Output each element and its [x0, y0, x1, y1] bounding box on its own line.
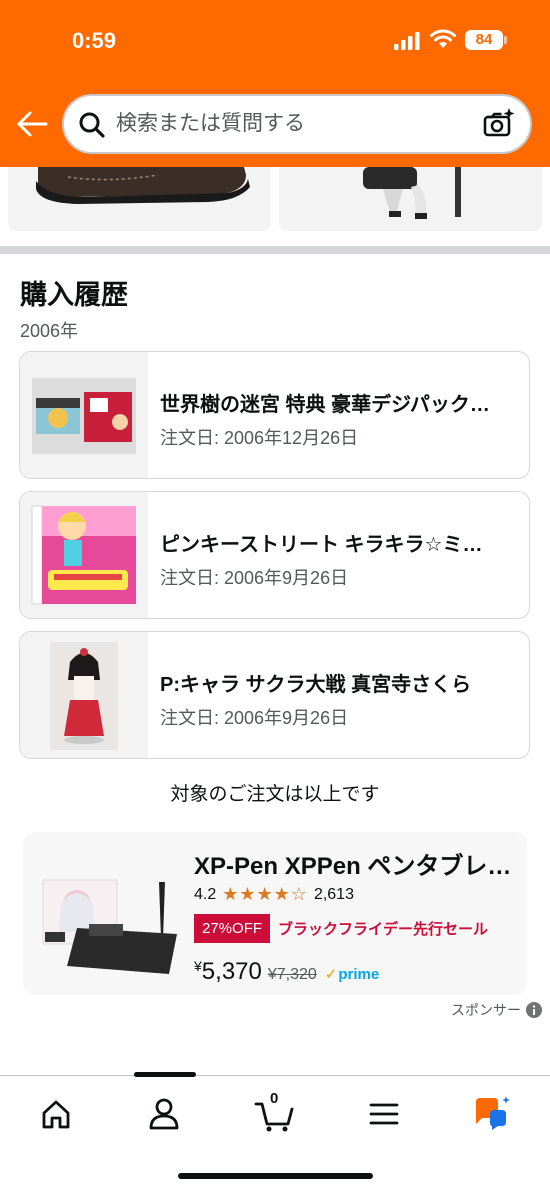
- search-icon: [79, 112, 105, 138]
- section-divider: [0, 246, 550, 254]
- order-image: [20, 352, 148, 478]
- order-image: [20, 632, 148, 758]
- menu-icon[interactable]: [364, 1094, 404, 1134]
- deal-row: 27%OFF ブラックフライデー先行セール: [194, 914, 488, 943]
- order-title: P:キャラ サクラ大戦 真宮寺さくら: [160, 674, 472, 696]
- order-card[interactable]: ピンキーストリート キラキラ☆ミ… 注文日: 2006年9月26日: [19, 491, 530, 619]
- figure-image: [50, 642, 118, 750]
- rating-value: 4.2: [194, 885, 217, 903]
- original-price: ¥7,320: [267, 966, 317, 983]
- purchase-history-title: 購入履歴: [20, 280, 128, 310]
- end-of-orders-note: 対象のご注文は以上です: [170, 784, 380, 805]
- home-icon[interactable]: [36, 1094, 76, 1134]
- prime-badge: ✓prime: [324, 966, 380, 983]
- deal-label: ブラックフライデー先行セール: [278, 921, 489, 938]
- price-row: ¥ 5,370 ¥7,320 ✓prime: [194, 958, 379, 986]
- figure-image: [363, 167, 461, 219]
- prime-check-icon: ✓: [324, 966, 338, 983]
- product-thumbnail-figure[interactable]: [279, 167, 542, 231]
- account-icon[interactable]: [144, 1094, 184, 1134]
- price-symbol: ¥: [194, 958, 202, 974]
- order-card[interactable]: 世界樹の迷宮 特典 豪華デジパック… 注文日: 2006年12月26日: [19, 351, 530, 479]
- back-arrow-icon[interactable]: [16, 110, 48, 138]
- search-input[interactable]: [116, 106, 476, 142]
- cellular-signal-icon: [394, 32, 420, 50]
- active-tab-indicator: [134, 1072, 196, 1077]
- ad-product-title: XP-Pen XPPen ペンタブレ…: [194, 853, 512, 880]
- pen-tablet-image: [42, 879, 177, 974]
- sponsored-label[interactable]: スポンサー: [451, 1000, 542, 1020]
- search-bar[interactable]: [62, 94, 532, 154]
- wifi-icon: [430, 29, 456, 48]
- order-date: 注文日: 2006年9月26日: [160, 568, 349, 588]
- order-date: 注文日: 2006年12月26日: [160, 428, 359, 448]
- rufus-assistant-icon[interactable]: [472, 1094, 512, 1134]
- order-title: ピンキーストリート キラキラ☆ミ…: [160, 534, 483, 556]
- order-date: 注文日: 2006年9月26日: [160, 708, 349, 728]
- battery-indicator: 84: [465, 30, 507, 50]
- order-title: 世界樹の迷宮 特典 豪華デジパック…: [160, 394, 490, 416]
- star-rating-icon: ★★★★☆: [222, 884, 308, 904]
- bottom-navigation: 0: [0, 1072, 550, 1191]
- discount-badge: 27%OFF: [194, 914, 271, 943]
- review-count: 2,613: [313, 885, 354, 903]
- ad-rating: 4.2 ★★★★☆ 2,613: [194, 884, 354, 905]
- sponsored-product-card[interactable]: XP-Pen XPPen ペンタブレ… 4.2 ★★★★☆ 2,613 27%O…: [23, 832, 527, 995]
- cart-count: 0: [270, 1090, 279, 1107]
- product-thumbnail-shoe[interactable]: [8, 167, 271, 231]
- home-indicator: [178, 1173, 373, 1179]
- shoe-image: [36, 167, 250, 204]
- order-card[interactable]: P:キャラ サクラ大戦 真宮寺さくら 注文日: 2006年9月26日: [19, 631, 530, 759]
- game-box-image: [31, 505, 136, 605]
- order-image: [20, 492, 148, 618]
- camera-search-icon[interactable]: [482, 106, 516, 140]
- status-time: 0:59: [72, 28, 117, 53]
- cart-button[interactable]: 0: [254, 1090, 298, 1134]
- app-header: 0:59 84: [0, 0, 550, 167]
- info-icon: [526, 1002, 542, 1018]
- price: 5,370: [201, 958, 262, 985]
- game-box-image: [32, 378, 136, 454]
- purchase-year: 2006年: [20, 321, 79, 341]
